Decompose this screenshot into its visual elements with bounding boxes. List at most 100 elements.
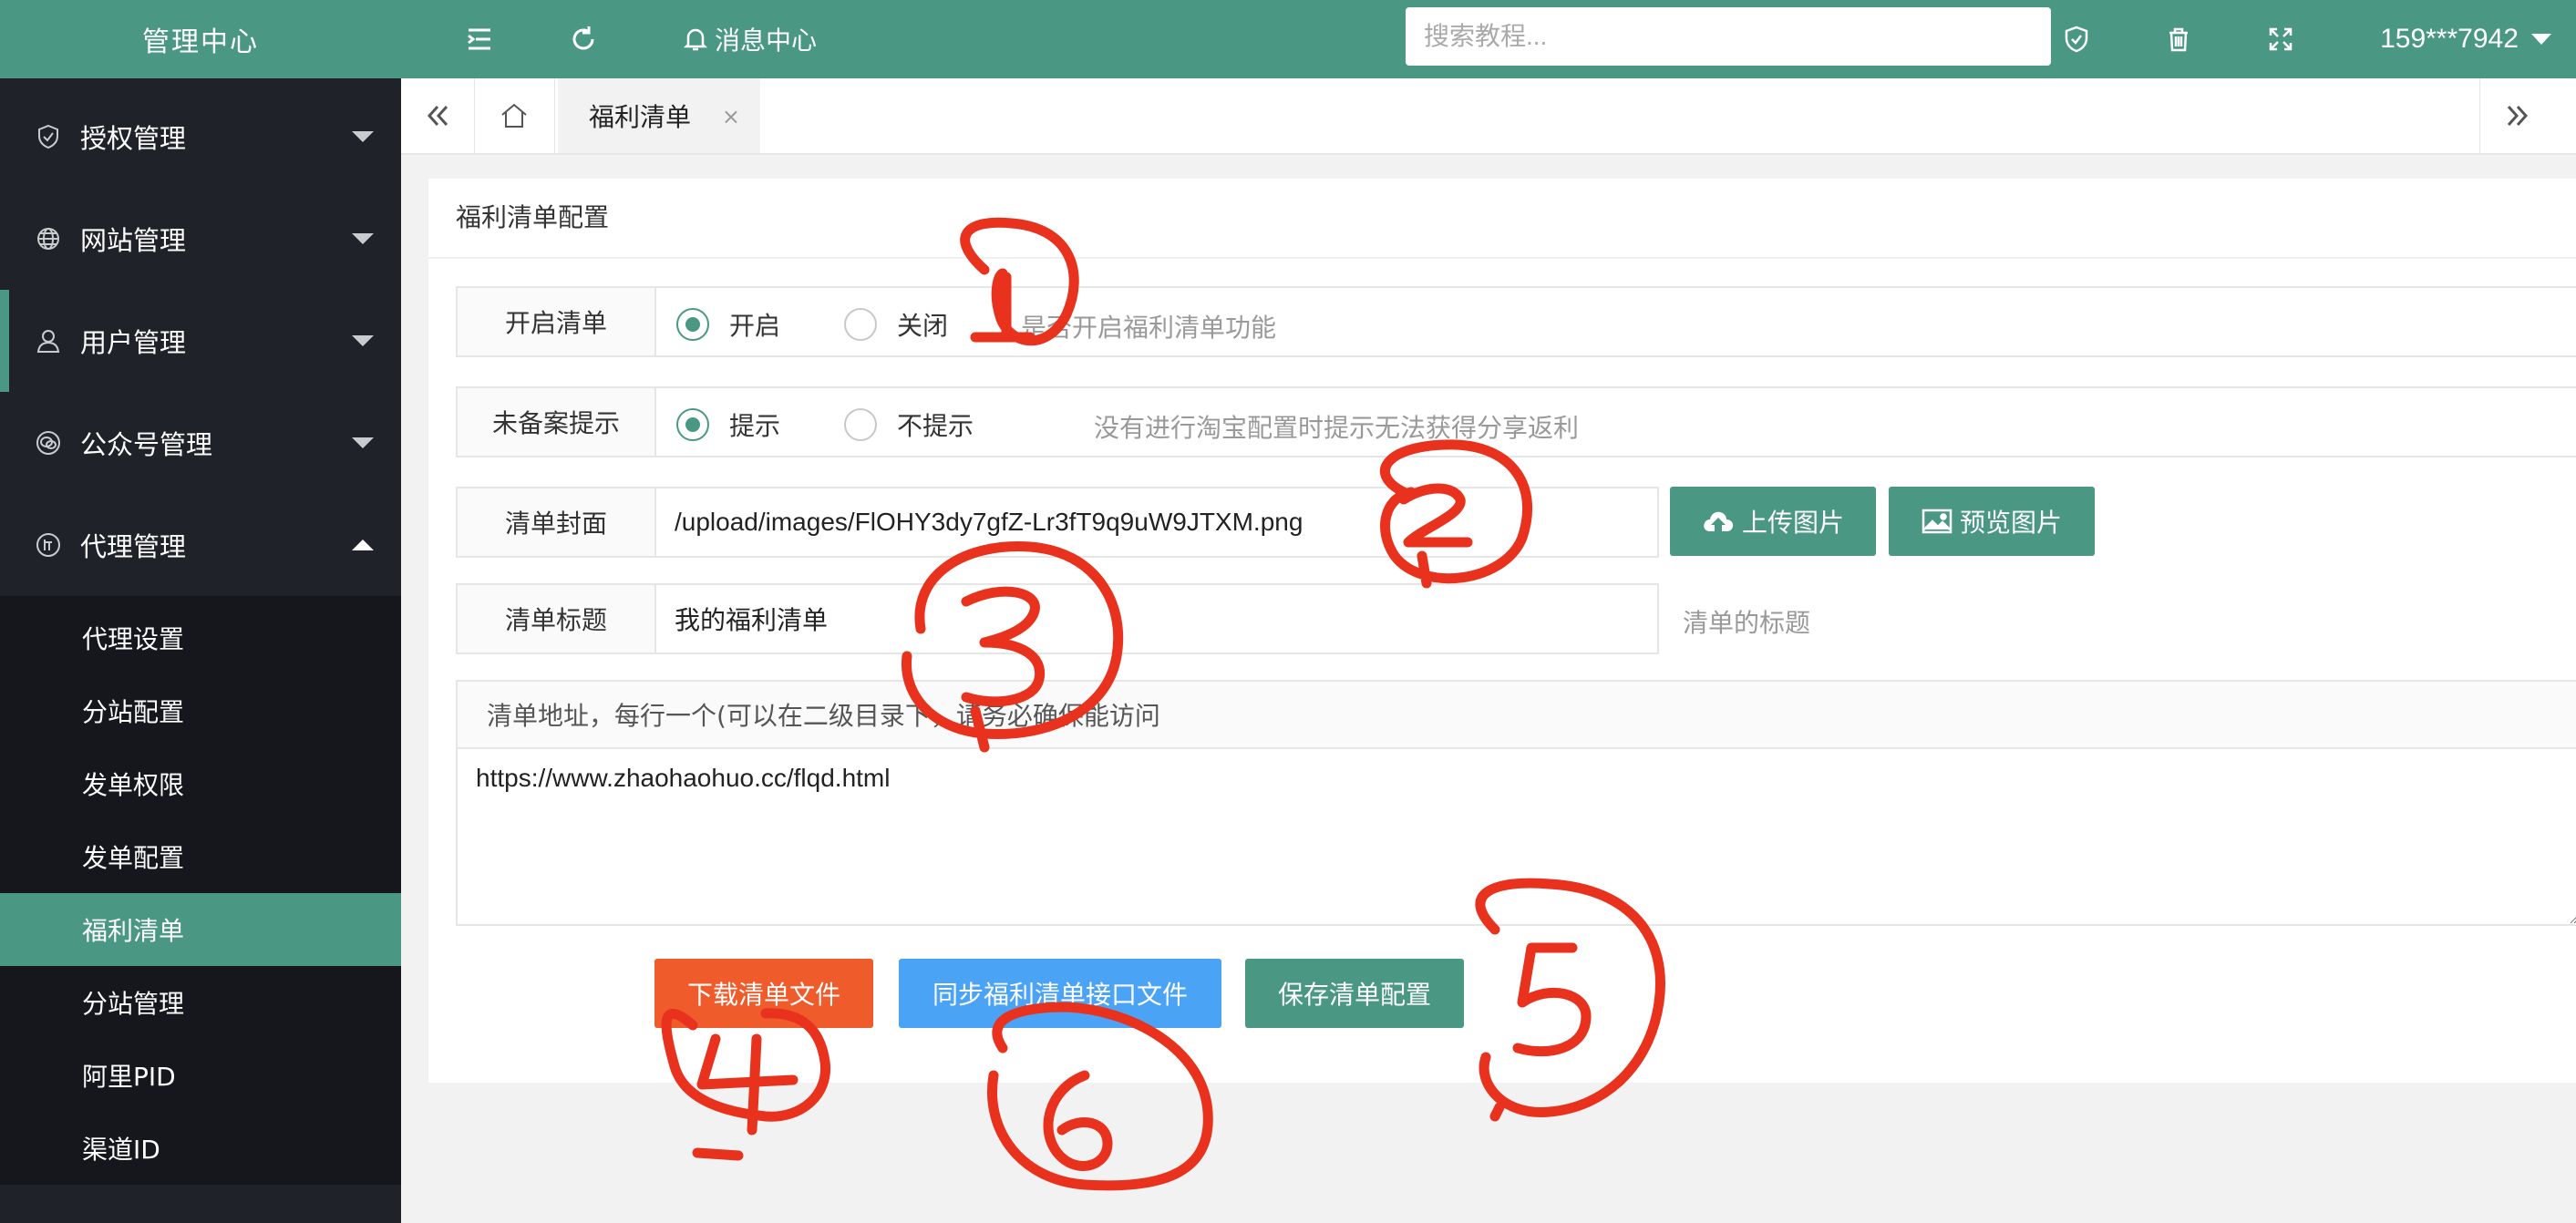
close-icon[interactable]: × xyxy=(722,104,740,129)
enable-list-label: 开启清单 xyxy=(456,286,656,357)
radio-label: 开启 xyxy=(729,311,781,341)
tab-scroll-left-button[interactable] xyxy=(401,78,474,153)
submenu-ali-pid[interactable]: 阿里PID xyxy=(0,1039,401,1112)
divider xyxy=(2479,78,2480,153)
cover-path-input[interactable] xyxy=(654,487,1659,558)
radio-unchecked-icon xyxy=(844,408,877,441)
tab-welfare-list[interactable]: 福利清单 × xyxy=(558,78,760,153)
sidebar: 管理中心 授权管理 网站管理 用户管理 公众号管理 代理管理 代理设置 分站配置… xyxy=(0,0,401,1223)
double-chevron-right-icon xyxy=(2507,105,2529,127)
menu-toggle-button[interactable] xyxy=(452,0,507,78)
record-tip-label: 未备案提示 xyxy=(456,386,656,457)
save-config-button[interactable]: 保存清单配置 xyxy=(1245,959,1464,1028)
list-title-input[interactable] xyxy=(654,583,1659,654)
refresh-icon xyxy=(572,26,594,50)
sidebar-item-label: 用户管理 xyxy=(80,327,187,358)
top-header: 消息中心 159***7942 xyxy=(401,0,2576,78)
enable-list-field: 开启 关闭 是否开启福利清单功能 xyxy=(654,286,2576,357)
message-center-label: 消息中心 xyxy=(714,26,817,56)
radio-label: 不提示 xyxy=(897,411,974,441)
submenu-post-config[interactable]: 发单配置 xyxy=(0,820,401,893)
record-tip-row: 未备案提示 提示 不提示 没有进行淘宝配置时提示无法获得分享返利 xyxy=(456,386,2576,457)
sidebar-item-agent[interactable]: 代理管理 xyxy=(0,494,401,596)
double-chevron-left-icon xyxy=(427,105,448,127)
caret-down-icon xyxy=(352,131,374,142)
bell-icon xyxy=(683,28,708,51)
submenu-channel-id[interactable]: 渠道ID xyxy=(0,1112,401,1185)
agent-submenu: 代理设置 分站配置 发单权限 发单配置 福利清单 分站管理 阿里PID 渠道ID xyxy=(0,596,401,1185)
sidebar-item-label: 公众号管理 xyxy=(80,429,213,460)
trash-icon xyxy=(2169,27,2188,52)
download-list-button[interactable]: 下载清单文件 xyxy=(654,959,873,1028)
submenu-post-permission[interactable]: 发单权限 xyxy=(0,747,401,820)
sync-interface-button[interactable]: 同步福利清单接口文件 xyxy=(899,959,1221,1028)
sidebar-item-label: 授权管理 xyxy=(80,123,187,154)
security-button[interactable] xyxy=(2049,0,2104,78)
refresh-button[interactable] xyxy=(556,0,611,78)
list-title-label: 清单标题 xyxy=(456,583,656,654)
preview-image-label: 预览图片 xyxy=(1959,508,2062,538)
sidebar-menu: 授权管理 网站管理 用户管理 公众号管理 代理管理 xyxy=(0,78,401,596)
cloud-upload-icon xyxy=(1704,511,1734,531)
submenu-welfare-list[interactable]: 福利清单 xyxy=(0,893,401,966)
shield-check-icon xyxy=(2065,26,2088,53)
config-panel: 福利清单配置 开启清单 开启 关闭 是否开启福利清单功能 未备案提示 提示 不提… xyxy=(428,179,2576,1083)
divider xyxy=(554,78,555,153)
radio-label: 提示 xyxy=(729,411,781,441)
cover-label: 清单封面 xyxy=(456,487,656,558)
caret-down-icon xyxy=(352,335,374,346)
tab-scroll-right-button[interactable] xyxy=(2481,78,2554,153)
submenu-substation-config[interactable]: 分站配置 xyxy=(0,674,401,747)
radio-label: 关闭 xyxy=(897,311,949,341)
preview-image-button[interactable]: 预览图片 xyxy=(1889,487,2095,556)
sidebar-item-wechat[interactable]: 公众号管理 xyxy=(0,392,401,494)
record-tip-hint: 没有进行淘宝配置时提示无法获得分享返利 xyxy=(1094,413,1580,443)
upload-image-button[interactable]: 上传图片 xyxy=(1670,487,1876,556)
message-center-button[interactable]: 消息中心 xyxy=(658,0,840,78)
sidebar-item-auth[interactable]: 授权管理 xyxy=(0,86,401,188)
radio-tip-on[interactable]: 提示 xyxy=(676,406,780,443)
theme-button[interactable] xyxy=(1947,0,2002,78)
wechat-icon xyxy=(35,429,62,457)
clear-cache-button[interactable] xyxy=(2151,0,2206,78)
radio-enable-on[interactable]: 开启 xyxy=(676,306,780,343)
submenu-substation-manage[interactable]: 分站管理 xyxy=(0,966,401,1039)
enable-list-hint: 是否开启福利清单功能 xyxy=(1021,313,1277,343)
radio-tip-off[interactable]: 不提示 xyxy=(844,406,974,443)
tab-bar: 福利清单 × xyxy=(401,78,2576,155)
radio-enable-off[interactable]: 关闭 xyxy=(844,306,948,343)
sidebar-item-label: 网站管理 xyxy=(80,225,187,256)
fullscreen-button[interactable] xyxy=(2253,0,2308,78)
enable-list-row: 开启清单 开启 关闭 是否开启福利清单功能 xyxy=(456,286,2576,357)
radio-unchecked-icon xyxy=(844,308,877,341)
shield-check-icon xyxy=(35,123,62,150)
tab-home[interactable] xyxy=(478,78,551,153)
caret-down-icon xyxy=(2530,34,2551,45)
agent-icon xyxy=(35,531,62,559)
list-title-hint: 清单的标题 xyxy=(1683,608,1811,638)
sidebar-item-users[interactable]: 用户管理 xyxy=(0,290,401,392)
list-title-row: 清单标题 清单的标题 xyxy=(456,583,2133,654)
tab-label: 福利清单 xyxy=(589,102,692,132)
radio-checked-icon xyxy=(676,308,709,341)
fullscreen-icon xyxy=(2269,27,2293,51)
divider xyxy=(474,78,475,153)
submenu-agent-settings[interactable]: 代理设置 xyxy=(0,601,401,674)
menu-fold-icon xyxy=(468,28,490,50)
list-urls-label: 清单地址，每行一个(可以在二级目录下，请务必确保能访问 xyxy=(456,680,2576,749)
caret-down-icon xyxy=(352,233,374,244)
sidebar-item-label: 代理管理 xyxy=(80,531,187,562)
home-icon xyxy=(501,103,527,128)
image-icon xyxy=(1922,509,1953,534)
panel-title: 福利清单配置 xyxy=(428,179,2576,259)
user-name: 159***7942 xyxy=(2380,24,2519,54)
record-tip-field: 提示 不提示 没有进行淘宝配置时提示无法获得分享返利 xyxy=(654,386,2576,457)
list-urls-textarea[interactable]: https://www.zhaohaohuo.cc/flqd.html xyxy=(456,747,2576,926)
caret-down-icon xyxy=(352,437,374,448)
user-icon xyxy=(35,327,62,355)
globe-icon xyxy=(35,225,62,252)
sidebar-item-website[interactable]: 网站管理 xyxy=(0,188,401,290)
cover-row: 清单封面 上传图片 预览图片 xyxy=(456,487,2133,558)
user-menu[interactable]: 159***7942 xyxy=(2361,0,2571,78)
palette-icon xyxy=(1961,26,1988,53)
